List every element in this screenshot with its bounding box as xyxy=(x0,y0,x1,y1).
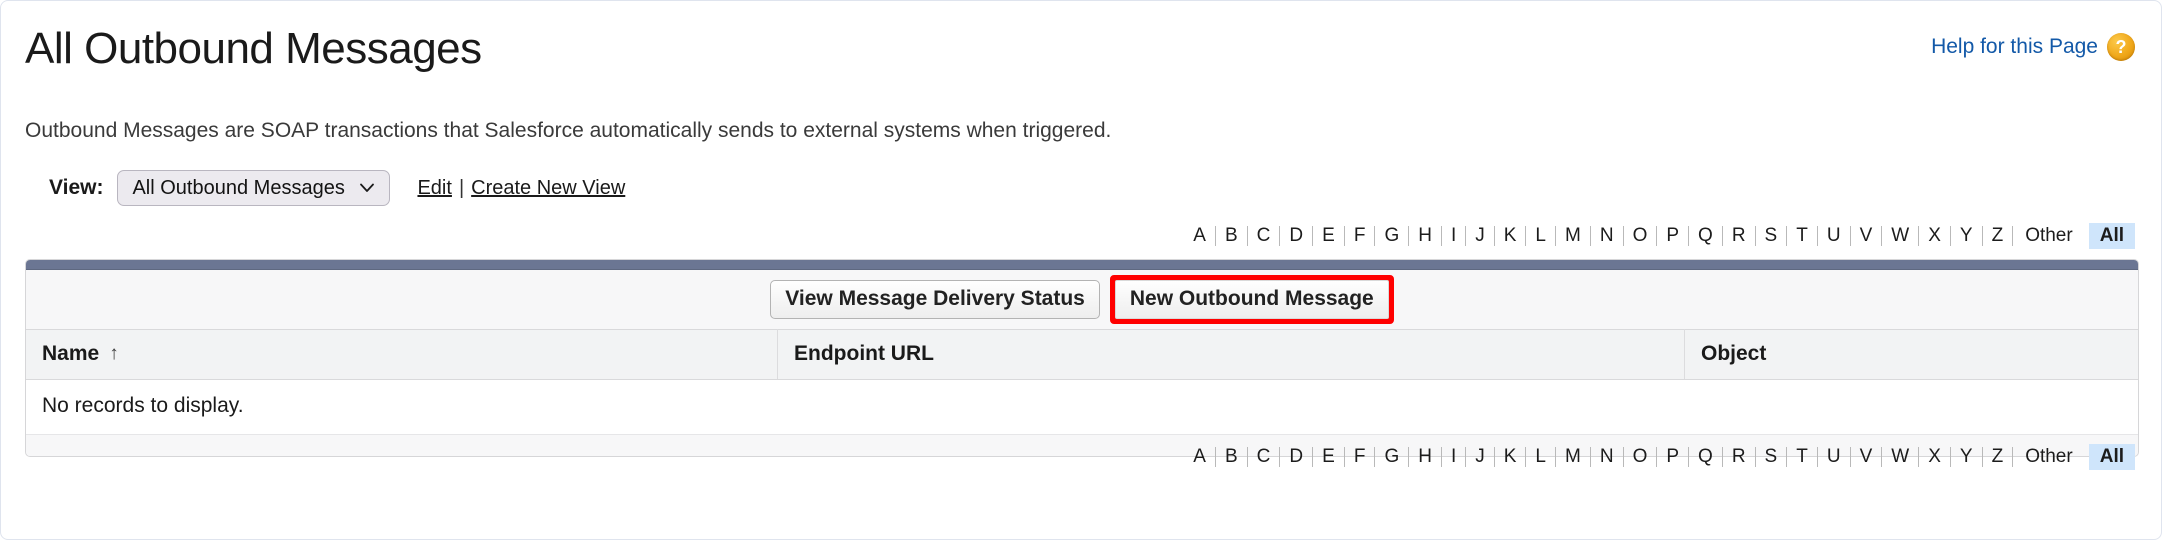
table-empty-row: No records to display. xyxy=(26,379,2138,435)
alpha-index-letter-w[interactable]: W xyxy=(1882,223,1918,249)
column-header-name[interactable]: Name ↑ xyxy=(26,329,778,380)
alpha-index-letter-x[interactable]: X xyxy=(1919,444,1950,470)
alpha-index-top: A B C D E F G H I J K L M N O P Q R S T U V W X Y Z Other All xyxy=(1184,223,2135,249)
view-message-delivery-status-button[interactable]: View Message Delivery Status xyxy=(770,279,1100,320)
alpha-index-letter-g[interactable]: G xyxy=(1375,444,1408,470)
alpha-index-letter-z[interactable]: Z xyxy=(1983,223,2013,249)
alpha-index-letter-x[interactable]: X xyxy=(1919,223,1950,249)
page-title: All Outbound Messages xyxy=(25,24,482,73)
alpha-index-letter-p[interactable]: P xyxy=(1657,223,1688,249)
alpha-index-all[interactable]: All xyxy=(2088,223,2135,249)
alpha-index-letter-d[interactable]: D xyxy=(1280,444,1312,470)
alpha-index-letter-t[interactable]: T xyxy=(1787,444,1817,470)
alpha-index-letter-n[interactable]: N xyxy=(1591,223,1623,249)
alpha-index-letter-p[interactable]: P xyxy=(1657,444,1688,470)
alpha-index-letter-f[interactable]: F xyxy=(1345,223,1375,249)
alpha-index-letter-u[interactable]: U xyxy=(1818,223,1850,249)
alpha-index-letter-a[interactable]: A xyxy=(1184,223,1215,249)
alpha-index-letter-q[interactable]: Q xyxy=(1689,444,1722,470)
alpha-index-letter-k[interactable]: K xyxy=(1495,223,1526,249)
table-head: Name↑ Endpoint URL Object Last Modified … xyxy=(26,329,2138,380)
view-select-wrapper[interactable]: All Outbound Messages xyxy=(117,170,391,206)
alpha-index-letter-y[interactable]: Y xyxy=(1951,223,1982,249)
alpha-index-letter-c[interactable]: C xyxy=(1248,223,1280,249)
alpha-index-letter-h[interactable]: H xyxy=(1409,223,1441,249)
view-select[interactable]: All Outbound Messages xyxy=(117,170,391,206)
alpha-index-letter-n[interactable]: N xyxy=(1591,444,1623,470)
alpha-index-letter-s[interactable]: S xyxy=(1756,223,1787,249)
alpha-index-letter-v[interactable]: V xyxy=(1851,444,1882,470)
alpha-index-letter-w[interactable]: W xyxy=(1882,444,1918,470)
alpha-index-letter-v[interactable]: V xyxy=(1851,223,1882,249)
alpha-index-letter-c[interactable]: C xyxy=(1248,444,1280,470)
alpha-index-letter-i[interactable]: I xyxy=(1442,223,1465,249)
alpha-index-letter-q[interactable]: Q xyxy=(1689,223,1722,249)
alpha-index-letter-i[interactable]: I xyxy=(1442,444,1465,470)
alpha-index-letter-k[interactable]: K xyxy=(1495,444,1526,470)
alpha-index-letter-s[interactable]: S xyxy=(1756,444,1787,470)
edit-view-link[interactable]: Edit xyxy=(417,177,451,200)
alpha-index-letter-y[interactable]: Y xyxy=(1951,444,1982,470)
create-new-view-link[interactable]: Create New View xyxy=(471,177,625,200)
alpha-index-letter-m[interactable]: M xyxy=(1556,223,1590,249)
new-outbound-message-highlight: New Outbound Message xyxy=(1109,274,1394,325)
view-links-separator: | xyxy=(458,176,465,199)
alpha-index-letter-z[interactable]: Z xyxy=(1983,444,2013,470)
alpha-index-letter-b[interactable]: B xyxy=(1216,223,1247,249)
alpha-index-letter-h[interactable]: H xyxy=(1409,444,1441,470)
panel-top-accent-bar xyxy=(26,260,2138,270)
alpha-index-letter-d[interactable]: D xyxy=(1280,223,1312,249)
column-header-endpoint-url[interactable]: Endpoint URL xyxy=(777,329,1685,380)
alpha-index-letter-m[interactable]: M xyxy=(1556,444,1590,470)
alpha-index-letter-r[interactable]: R xyxy=(1723,223,1755,249)
column-header-object[interactable]: Object xyxy=(1684,329,2138,380)
outbound-messages-table: Name↑ Endpoint URL Object Last Modified … xyxy=(26,329,2138,435)
help-for-this-page[interactable]: Help for this Page ? xyxy=(1931,33,2135,61)
no-records-message: No records to display. xyxy=(26,379,2138,435)
view-label: View: xyxy=(49,176,104,199)
alpha-index-letter-u[interactable]: U xyxy=(1818,444,1850,470)
page-description: Outbound Messages are SOAP transactions … xyxy=(25,119,1112,142)
alpha-index-other[interactable]: Other xyxy=(2013,444,2085,470)
table-body: No records to display. xyxy=(26,379,2138,435)
alpha-index-letter-e[interactable]: E xyxy=(1313,223,1344,249)
alpha-index-letter-e[interactable]: E xyxy=(1313,444,1344,470)
alpha-index-letter-l[interactable]: L xyxy=(1526,223,1555,249)
alpha-index-letter-f[interactable]: F xyxy=(1345,444,1375,470)
question-mark-icon[interactable]: ? xyxy=(2107,33,2135,61)
alpha-index-letter-j[interactable]: J xyxy=(1466,223,1494,249)
alpha-index-letter-t[interactable]: T xyxy=(1787,223,1817,249)
alpha-index-letter-j[interactable]: J xyxy=(1466,444,1494,470)
list-action-buttons: View Message Delivery Status New Outboun… xyxy=(26,270,2138,329)
table-header-row: Name↑ Endpoint URL Object Last Modified … xyxy=(26,329,2138,380)
alpha-index-all[interactable]: All xyxy=(2088,444,2135,470)
alpha-index-letter-l[interactable]: L xyxy=(1526,444,1555,470)
alpha-index-bottom: A B C D E F G H I J K L M N O P Q R S T U V W X Y Z Other All xyxy=(1184,444,2135,470)
outbound-messages-page: All Outbound Messages Help for this Page… xyxy=(0,0,2162,540)
alpha-index-letter-o[interactable]: O xyxy=(1624,444,1657,470)
help-for-this-page-link[interactable]: Help for this Page xyxy=(1931,35,2098,59)
alpha-index-letter-r[interactable]: R xyxy=(1723,444,1755,470)
sort-ascending-icon: ↑ xyxy=(109,343,119,364)
column-header-name-label: Name xyxy=(42,342,100,365)
list-panel: View Message Delivery Status New Outboun… xyxy=(25,259,2139,457)
view-bar: View: All Outbound Messages Edit | Creat… xyxy=(25,170,625,206)
alpha-index-letter-o[interactable]: O xyxy=(1624,223,1657,249)
new-outbound-message-button[interactable]: New Outbound Message xyxy=(1114,279,1389,320)
alpha-index-letter-g[interactable]: G xyxy=(1375,223,1408,249)
alpha-index-other[interactable]: Other xyxy=(2013,223,2085,249)
alpha-index-letter-b[interactable]: B xyxy=(1216,444,1247,470)
alpha-index-letter-a[interactable]: A xyxy=(1184,444,1215,470)
